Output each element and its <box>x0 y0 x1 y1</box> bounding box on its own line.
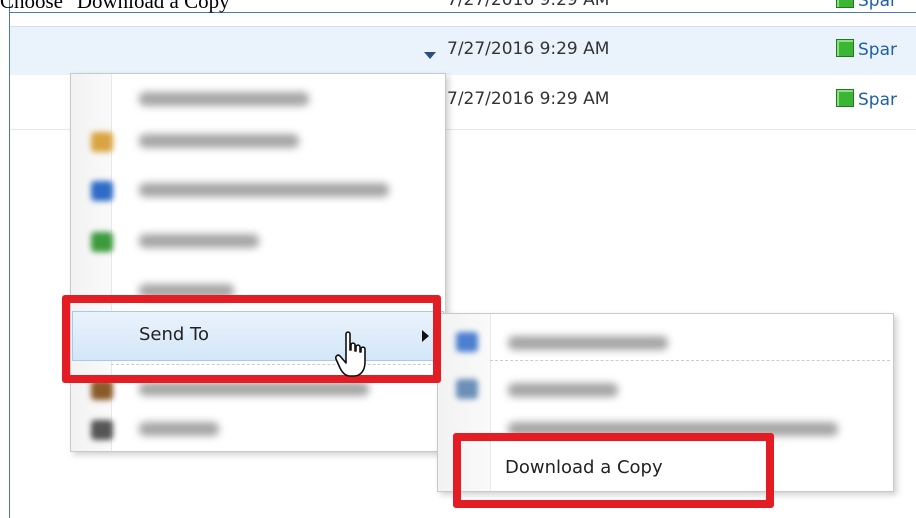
other-location-icon <box>456 332 478 352</box>
check-out-icon <box>91 232 113 252</box>
status-label: Spar <box>858 90 897 110</box>
blurred-label <box>508 383 618 397</box>
item-context-menu: Send To <box>70 73 446 452</box>
word-document-icon <box>91 181 113 201</box>
highlight-box-send-to <box>62 295 441 383</box>
modified-date: 7/27/2016 9:29 AM <box>447 89 610 109</box>
edit-properties-icon <box>91 132 113 152</box>
blurred-label <box>139 234 259 248</box>
menu-item-check-out[interactable] <box>71 220 445 264</box>
modified-date: 7/27/2016 9:29 AM <box>447 39 610 59</box>
submenu-divider <box>490 360 890 361</box>
status-label: Spar <box>858 0 897 11</box>
status-icon <box>836 89 854 107</box>
blurred-label <box>139 382 369 396</box>
hand-pointer-icon <box>335 331 366 377</box>
menu-item-view-properties[interactable] <box>71 78 445 122</box>
status-label: Spar <box>858 40 897 60</box>
status-cell[interactable]: Spar <box>836 0 897 11</box>
instruction-caption: Choose "Download a Copy" <box>0 0 239 13</box>
delete-icon <box>91 420 113 440</box>
blurred-label <box>139 92 309 106</box>
menu-item-edit-properties[interactable] <box>71 120 445 164</box>
blurred-label <box>139 134 299 148</box>
status-icon <box>836 0 854 8</box>
blurred-label <box>508 336 668 350</box>
status-icon <box>836 39 854 57</box>
submenu-item-email-link[interactable] <box>438 369 893 409</box>
manage-permissions-icon <box>91 380 113 400</box>
menu-item-edit-in-word[interactable] <box>71 169 445 213</box>
submenu-item-other-location[interactable] <box>438 322 893 362</box>
blurred-label <box>139 422 219 436</box>
status-cell[interactable]: Spar <box>836 39 897 60</box>
chevron-down-icon[interactable] <box>420 45 440 65</box>
blurred-label <box>139 183 389 197</box>
screenshot-root: Choose "Download a Copy" 7/27/2016 9:29 … <box>0 0 916 518</box>
status-cell[interactable]: Spar <box>836 89 897 110</box>
frame-left-border <box>9 0 10 518</box>
email-link-icon <box>456 379 478 399</box>
modified-date: 7/27/2016 9:29 AM <box>447 0 610 10</box>
menu-item-delete[interactable] <box>71 408 445 452</box>
highlight-box-download <box>453 433 774 508</box>
